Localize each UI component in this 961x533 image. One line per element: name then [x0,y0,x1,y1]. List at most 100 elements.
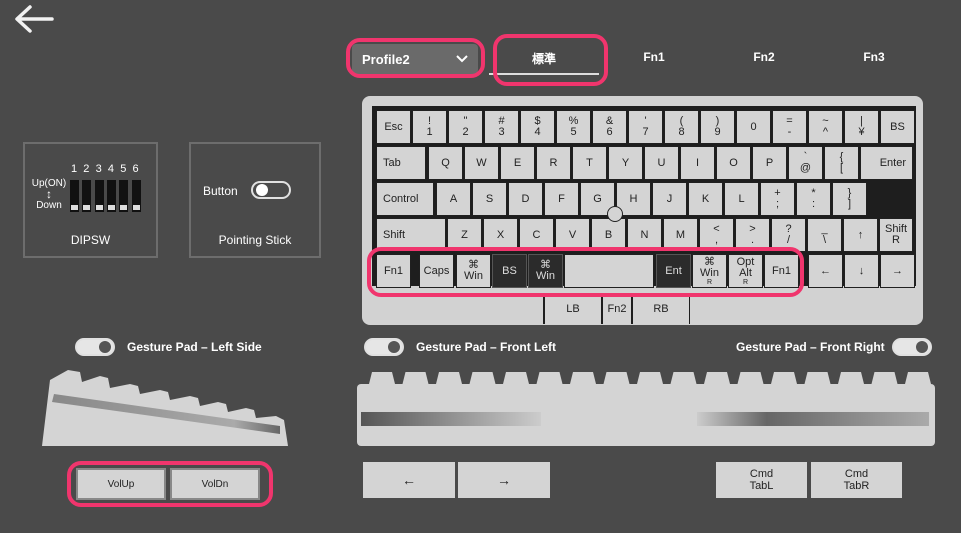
key-f-r3-4[interactable]: F [544,182,579,216]
tab-fn3[interactable]: Fn3 [846,50,902,68]
tab-standard[interactable]: 標準 [496,50,592,68]
key-l-r3-9[interactable]: L [724,182,759,216]
key-blank-12[interactable]: ~ ^ [808,110,843,144]
key-blank-8[interactable]: (8 [664,110,699,144]
key-b-r4-5[interactable]: B [591,218,626,252]
left-arrow-button[interactable]: ← [363,462,455,498]
key-m-r4-7[interactable]: M [663,218,698,252]
key-p-r2-10[interactable]: P [752,146,787,180]
key-ent-r5-6[interactable]: Ent [656,254,691,288]
dip-down-label: Down [36,200,62,211]
key-blank-r4-8[interactable]: <, [699,218,734,252]
key-blank-r5-11[interactable]: ↓ [844,254,879,288]
key-i-r2-8[interactable]: I [680,146,715,180]
key-blank-4[interactable]: $4 [520,110,555,144]
key-blank-r4-12[interactable]: ↑ [843,218,878,252]
key-r-r2-4[interactable]: R [536,146,571,180]
gesture-front-left-toggle[interactable] [364,338,404,356]
key-blank-11[interactable]: = - [772,110,807,144]
key-blank-3[interactable]: #3 [484,110,519,144]
key-blank-1[interactable]: ! 1 [412,110,447,144]
key-fn2[interactable]: Fn2 [603,294,631,324]
key-a-r3-1[interactable]: A [436,182,471,216]
key-caps-r5-1[interactable]: Caps [419,254,454,288]
key-opt-alt-r-r5-8[interactable]: Opt Alt R [728,254,763,288]
gesture-left-side-toggle[interactable] [75,338,115,356]
key-blank-r2-11[interactable]: ` @ [788,146,823,180]
key-shift-r4-0[interactable]: Shift [376,218,446,252]
key-caps-r5-1-label: Caps [423,264,450,277]
dip-switch-5[interactable] [119,180,129,212]
key-blank-r2-12[interactable]: {[ [824,146,859,180]
key-o-r2-9[interactable]: O [716,146,751,180]
key-enter-r2-13[interactable]: Enter [860,146,913,180]
keyboard-side-view [42,370,288,446]
key-blank-r5-5[interactable] [564,254,654,288]
key-win-r-r5-7[interactable]: ⌘ Win R [692,254,727,288]
dip-switch-4[interactable] [106,180,116,212]
dip-switch-6[interactable] [131,180,141,212]
key-n-r4-6[interactable]: N [627,218,662,252]
right-arrow-button[interactable]: → [458,462,550,498]
key-blank-r3-11[interactable]: *: [796,182,831,216]
key-n-r4-6-label: N [640,228,649,241]
key-j-r3-7[interactable]: J [652,182,687,216]
tab-fn2[interactable]: Fn2 [736,50,792,68]
key-shift-r-r4-13[interactable]: Shift R [879,218,913,252]
key-enter-r2-13-label: Enter [879,156,906,169]
cmd-tabl-button[interactable]: Cmd TabL [716,462,807,498]
key-blank-9[interactable]: ) 9 [700,110,735,144]
key-c-r4-3[interactable]: C [519,218,554,252]
key-y-r2-6[interactable]: Y [608,146,643,180]
cmd-tabr-button[interactable]: Cmd TabR [811,462,902,498]
key-blank-r4-11[interactable]: _ \ [807,218,842,252]
key-lb[interactable]: LB [545,294,601,324]
key-control-r3-0[interactable]: Control [376,182,434,216]
key-fn1-r5-9[interactable]: Fn1 [764,254,799,288]
key-s-r3-2[interactable]: S [472,182,507,216]
key-blank-r4-10[interactable]: ? / [771,218,806,252]
key-t-r2-5[interactable]: T [572,146,607,180]
dip-switch-3[interactable] [94,180,104,212]
key-blank-r4-9[interactable]: >. [735,218,770,252]
pointing-stick[interactable] [607,206,623,222]
key-0-10[interactable]: 0 [736,110,771,144]
key-fn1-r5-0[interactable]: Fn1 [376,254,411,288]
dip-switch-2[interactable] [82,180,92,212]
key-blank-r5-12[interactable]: → [880,254,915,288]
key-blank-7[interactable]: ' 7 [628,110,663,144]
key-blank-r3-12[interactable]: }] [832,182,867,216]
key-w-r2-2[interactable]: W [464,146,499,180]
key-blank-r5-10[interactable]: ← [808,254,843,288]
key-v-r4-4[interactable]: V [555,218,590,252]
back-arrow-icon[interactable] [12,4,56,34]
button-toggle[interactable] [251,181,291,199]
key-bs-14[interactable]: BS [880,110,915,144]
key-tab-r2-0[interactable]: Tab [376,146,426,180]
key-win-r5-2[interactable]: ⌘ Win [456,254,491,288]
gesture-front-right-toggle[interactable] [892,338,932,356]
key-q-r2-1[interactable]: Q [428,146,463,180]
vol-down-button[interactable]: VolDn [170,468,260,500]
key-blank-11-label: - [787,126,792,138]
profile-select[interactable]: Profile2 [352,44,478,74]
key-z-r4-1[interactable]: Z [447,218,482,252]
key-blank-6[interactable]: & 6 [592,110,627,144]
key-rb[interactable]: RB [633,294,689,324]
key-blank-5[interactable]: % 5 [556,110,591,144]
key-win-r5-4[interactable]: ⌘ Win [528,254,563,288]
key-esc-0[interactable]: Esc [376,110,411,144]
key-blank-2[interactable]: " 2 [448,110,483,144]
dip-number-6: 6 [132,163,139,175]
key-bs-r5-3[interactable]: BS [492,254,527,288]
key-blank-13[interactable]: | ¥ [844,110,879,144]
key-blank-r3-10[interactable]: +; [760,182,795,216]
key-d-r3-3[interactable]: D [508,182,543,216]
dip-switch-1[interactable] [70,180,79,212]
tab-fn1[interactable]: Fn1 [626,50,682,68]
key-x-r4-2[interactable]: X [483,218,518,252]
key-k-r3-8[interactable]: K [688,182,723,216]
key-u-r2-7[interactable]: U [644,146,679,180]
vol-up-button[interactable]: VolUp [76,468,166,500]
key-e-r2-3[interactable]: E [500,146,535,180]
